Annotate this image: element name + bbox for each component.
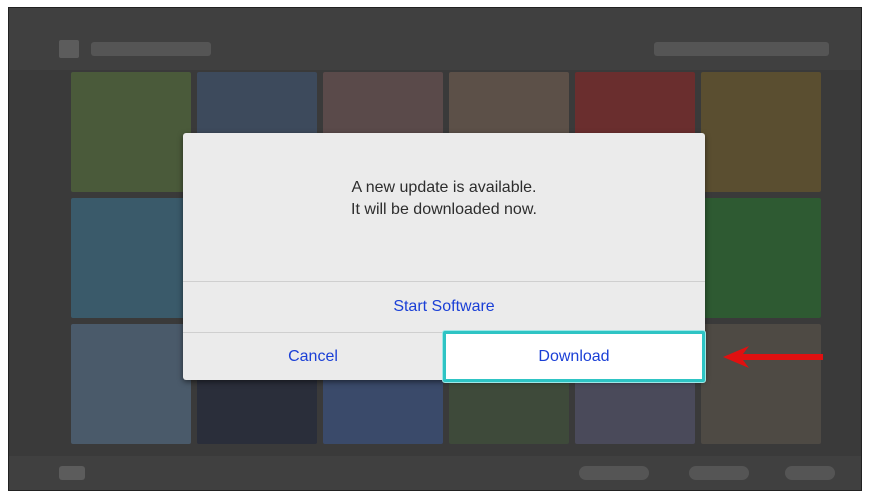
software-tile: [71, 324, 191, 444]
update-dialog: A new update is available. It will be do…: [183, 133, 705, 382]
home-icon: [59, 40, 79, 58]
dialog-message-line2: It will be downloaded now.: [351, 201, 537, 218]
background-sort-placeholder: [654, 42, 829, 56]
background-bottom-bar: [9, 456, 861, 490]
background-title-placeholder: [91, 42, 211, 56]
software-tile: [701, 72, 821, 192]
software-tile: [701, 324, 821, 444]
software-tile: [71, 72, 191, 192]
dialog-message-line1: A new update is available.: [351, 179, 537, 196]
start-software-button[interactable]: Start Software: [183, 282, 705, 332]
background-hint-placeholder: [689, 466, 749, 480]
background-hint-placeholder: [579, 466, 649, 480]
software-tile: [701, 198, 821, 318]
background-top-bar: [9, 8, 861, 70]
download-button[interactable]: Download: [443, 331, 705, 382]
cancel-button[interactable]: Cancel: [183, 333, 443, 380]
software-tile: [71, 198, 191, 318]
dialog-message: A new update is available. It will be do…: [183, 177, 705, 221]
controller-icon: [59, 466, 85, 480]
red-arrow-icon: [723, 346, 823, 368]
background-hint-placeholder: [785, 466, 835, 480]
